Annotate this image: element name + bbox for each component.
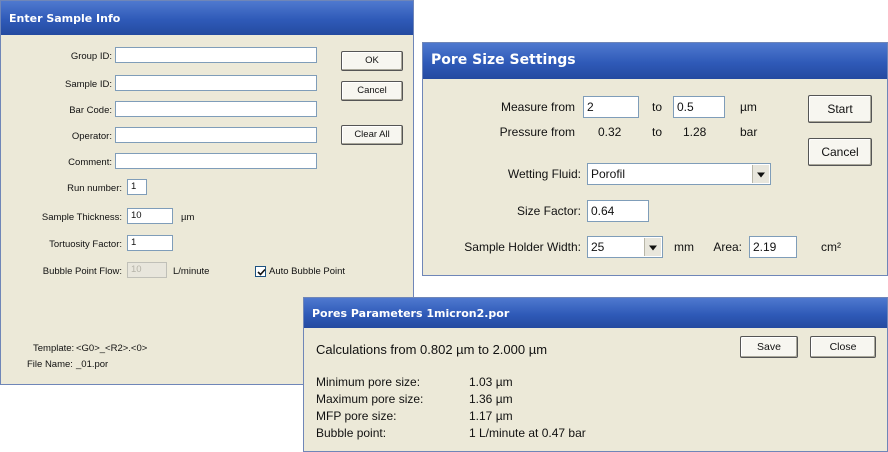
bubble-point-value: 1 L/minute at 0.47 bar — [469, 426, 586, 440]
window-title: Pore Size Settings — [431, 52, 576, 68]
bubble-point-flow-field: 10 — [127, 262, 167, 278]
pore-size-settings-window: Pore Size Settings Measure from 2 to 0.5… — [422, 42, 888, 276]
file-name-value: _01.por — [76, 359, 109, 370]
sample-thickness-label: Sample Thickness: — [41, 212, 122, 223]
sample-holder-width-label: Sample Holder Width: — [464, 240, 581, 254]
sample-thickness-field[interactable]: 10 — [127, 208, 173, 224]
auto-bubble-point-label[interactable]: Auto Bubble Point — [269, 266, 345, 277]
max-pore-size-label: Maximum pore size: — [316, 392, 424, 406]
template-label: Template: — [33, 343, 75, 354]
dropdown-arrow-icon[interactable] — [752, 165, 769, 183]
group-id-field[interactable] — [115, 47, 317, 63]
wetting-fluid-value: Porofil — [591, 167, 626, 181]
pressure-from-value: 0.32 — [598, 125, 622, 139]
checkmark-icon — [257, 268, 266, 276]
bubble-point-flow-label: Bubble Point Flow: — [42, 266, 122, 277]
min-pore-size-label: Minimum pore size: — [316, 375, 421, 389]
size-factor-field[interactable]: 0.64 — [587, 200, 649, 222]
cancel-button-label: Cancel — [357, 85, 387, 96]
window-title: Pores Parameters 1micron2.por — [312, 307, 510, 320]
clear-all-button[interactable]: Clear All — [341, 125, 403, 145]
group-id-label: Group ID: — [70, 51, 112, 62]
tortuosity-factor-label: Tortuosity Factor: — [49, 239, 122, 250]
wetting-fluid-label: Wetting Fluid: — [507, 167, 581, 181]
wetting-fluid-select[interactable]: Porofil — [587, 163, 771, 185]
min-pore-size-value: 1.03 µm — [469, 375, 513, 389]
close-button[interactable]: Close — [810, 336, 876, 358]
area-field[interactable]: 2.19 — [749, 236, 797, 258]
sample-id-field[interactable] — [115, 75, 317, 91]
close-button-label: Close — [829, 341, 857, 353]
run-number-field[interactable]: 1 — [127, 179, 147, 195]
measure-unit: µm — [740, 100, 757, 114]
cancel-button[interactable]: Cancel — [341, 81, 403, 101]
measure-to-field[interactable]: 0.5 — [673, 96, 725, 118]
title-bar[interactable]: Enter Sample Info — [1, 1, 413, 35]
bubble-point-label: Bubble point: — [316, 426, 387, 440]
thickness-unit: µm — [181, 212, 195, 223]
pressure-from-label: Pressure from — [499, 125, 575, 139]
tortuosity-factor-field[interactable]: 1 — [127, 235, 173, 251]
start-button[interactable]: Start — [808, 95, 872, 123]
mfp-pore-size-value: 1.17 µm — [469, 409, 513, 423]
measure-from-field[interactable]: 2 — [583, 96, 639, 118]
run-number-label: Run number: — [67, 183, 122, 194]
flow-unit: L/minute — [173, 266, 210, 277]
pores-parameters-window: Pores Parameters 1micron2.por Calculatio… — [303, 297, 888, 452]
cancel-button[interactable]: Cancel — [808, 138, 872, 166]
cancel-button-label: Cancel — [821, 145, 859, 159]
title-bar[interactable]: Pore Size Settings — [423, 43, 887, 79]
pressure-to-value: 1.28 — [683, 125, 707, 139]
comment-field[interactable] — [115, 153, 317, 169]
file-name-label: File Name: — [27, 359, 73, 370]
size-factor-label: Size Factor: — [516, 204, 581, 218]
save-button[interactable]: Save — [740, 336, 798, 358]
title-bar[interactable]: Pores Parameters 1micron2.por — [304, 298, 887, 328]
measure-from-label: Measure from — [500, 100, 575, 114]
dropdown-arrow-icon[interactable] — [644, 238, 661, 256]
area-unit: cm² — [821, 240, 841, 254]
comment-label: Comment: — [68, 157, 112, 168]
bar-code-field[interactable] — [115, 101, 317, 117]
ok-button[interactable]: OK — [341, 51, 403, 71]
mfp-pore-size-label: MFP pore size: — [316, 409, 397, 423]
ok-button-label: OK — [365, 55, 379, 66]
measure-to-label: to — [652, 100, 663, 114]
pressure-unit: bar — [740, 125, 758, 139]
save-button-label: Save — [757, 341, 781, 353]
operator-label: Operator: — [71, 131, 112, 142]
sample-id-label: Sample ID: — [65, 79, 112, 90]
window-title: Enter Sample Info — [9, 12, 121, 25]
holder-width-unit: mm — [674, 240, 694, 254]
holder-width-select[interactable]: 25 — [587, 236, 663, 258]
max-pore-size-value: 1.36 µm — [469, 392, 513, 406]
holder-width-value: 25 — [591, 240, 605, 254]
template-value: <G0>_<R2>.<0> — [76, 343, 148, 354]
operator-field[interactable] — [115, 127, 317, 143]
area-label: Area: — [713, 240, 742, 254]
pressure-to-label: to — [652, 125, 663, 139]
start-button-label: Start — [827, 102, 853, 116]
auto-bubble-point-checkbox[interactable] — [255, 266, 266, 277]
bar-code-label: Bar Code: — [69, 105, 112, 116]
clear-all-button-label: Clear All — [354, 129, 390, 140]
calculation-range-text: Calculations from 0.802 µm to 2.000 µm — [316, 342, 548, 357]
